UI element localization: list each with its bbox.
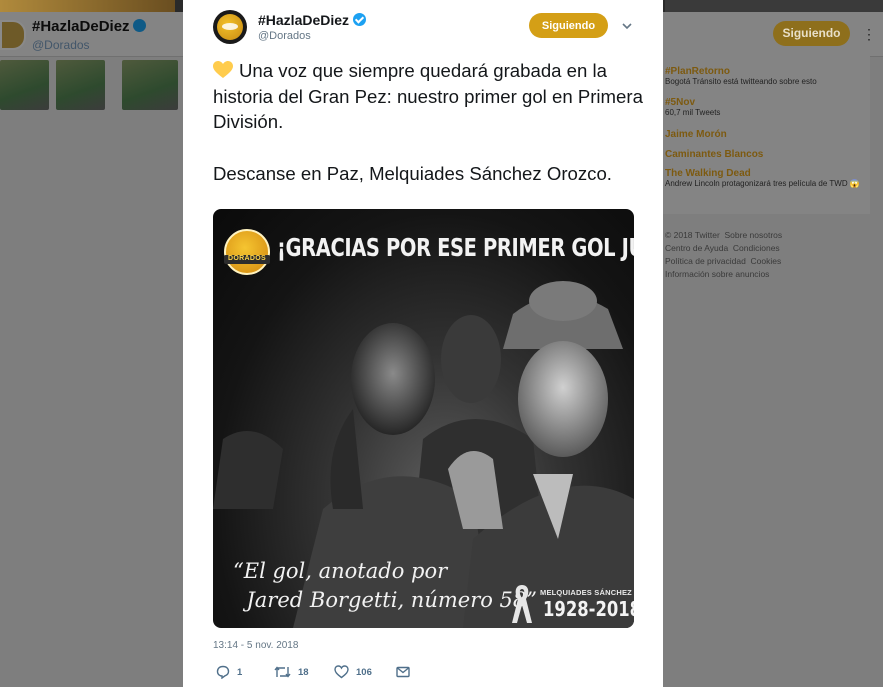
image-headline: ¡GRACIAS POR ESE PRIMER GOL JUNTOS! xyxy=(277,233,634,262)
trend-item[interactable]: The Walking Dead Andrew Lincoln protagon… xyxy=(665,168,865,188)
footer-links: © 2018 Twitter Sobre nosotros Centro de … xyxy=(665,229,865,281)
verified-icon xyxy=(353,13,367,26)
footer-link[interactable]: Política de privacidad xyxy=(665,256,746,266)
verified-icon xyxy=(132,19,146,32)
memorial-name: MELQUIADES SÁNCHEZ OROZCO xyxy=(540,588,634,597)
retweet-count: 18 xyxy=(298,666,309,678)
direct-message-button[interactable] xyxy=(396,663,417,681)
author-avatar[interactable] xyxy=(213,10,247,44)
memorial-years: 1928-2018 xyxy=(543,597,634,621)
media-thumbnail[interactable] xyxy=(0,60,49,110)
footer-copyright: © 2018 Twitter xyxy=(665,230,720,240)
reply-count: 1 xyxy=(237,666,243,678)
logo-wordmark: DORADOS xyxy=(228,255,266,262)
reply-button[interactable]: 1 xyxy=(216,663,242,681)
chevron-down-icon[interactable] xyxy=(621,20,633,32)
footer-link[interactable]: Centro de Ayuda xyxy=(665,243,728,253)
trend-item[interactable]: Caminantes Blancos xyxy=(665,149,763,160)
media-thumbnail[interactable] xyxy=(56,60,105,110)
heart-icon xyxy=(334,665,349,679)
media-thumbnail[interactable] xyxy=(122,60,178,110)
tweet-text: Una voz que siempre quedará grabada en l… xyxy=(213,60,643,184)
dorados-logo xyxy=(224,229,270,275)
image-quote: “El gol, anotado por Jared Borgetti, núm… xyxy=(233,559,538,612)
more-options-icon[interactable]: ⋮ xyxy=(862,24,876,44)
footer-link[interactable]: Sobre nosotros xyxy=(725,230,783,240)
like-button[interactable]: 106 xyxy=(334,663,372,681)
trend-item[interactable]: #5Nov 60,7 mil Tweets xyxy=(665,97,720,117)
envelope-icon xyxy=(396,666,410,678)
footer-link[interactable]: Condiciones xyxy=(733,243,780,253)
profile-follow-button[interactable]: Siguiendo xyxy=(773,21,850,46)
trend-item[interactable]: #PlanRetorno Bogotá Tránsito está twitte… xyxy=(665,66,817,86)
reply-icon xyxy=(216,665,230,679)
profile-avatar[interactable] xyxy=(0,20,26,50)
trend-item[interactable]: Jaime Morón xyxy=(665,129,727,140)
yellow-heart-icon xyxy=(213,61,233,78)
retweet-icon xyxy=(274,666,291,678)
mourning-ribbon-icon xyxy=(512,585,532,623)
profile-handle: @Dorados xyxy=(32,38,90,52)
footer-link[interactable]: Información sobre anuncios xyxy=(665,269,769,279)
profile-name: #HazlaDeDiez xyxy=(32,18,146,35)
tweet-image[interactable]: DORADOS ¡GRACIAS POR ESE PRIMER GOL JUNT… xyxy=(213,209,634,628)
retweet-button[interactable]: 18 xyxy=(274,663,309,681)
follow-button[interactable]: Siguiendo xyxy=(529,13,608,38)
author-handle[interactable]: @Dorados xyxy=(258,30,311,42)
like-count: 106 xyxy=(356,666,372,678)
tweet-timestamp[interactable]: 13:14 - 5 nov. 2018 xyxy=(213,640,298,651)
author-name[interactable]: #HazlaDeDiez xyxy=(258,12,367,28)
footer-link[interactable]: Cookies xyxy=(751,256,782,266)
